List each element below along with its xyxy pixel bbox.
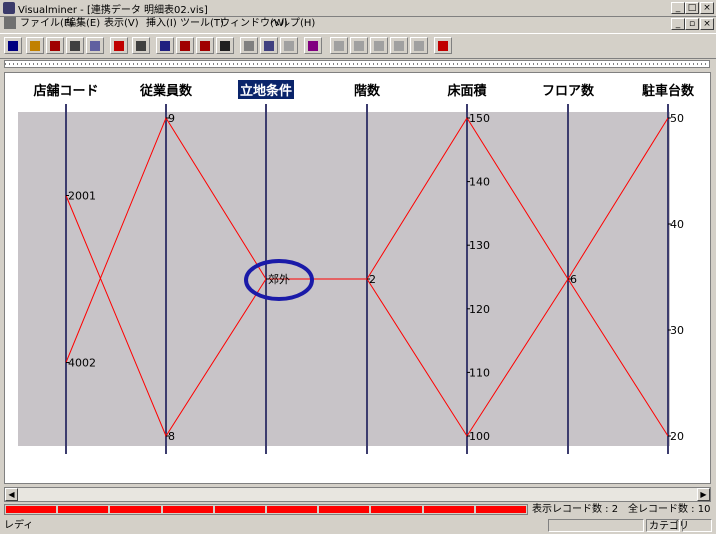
horizontal-scrollbar[interactable]: ◀ ▶ [4, 487, 711, 502]
progress-segment [214, 506, 266, 513]
scroll-left-button[interactable]: ◀ [5, 488, 18, 501]
axis-header[interactable]: 床面積 [447, 80, 486, 99]
status-panel-empty [548, 519, 644, 532]
axis-tick-label: 20 [670, 430, 684, 443]
axis-tick-label: 130 [469, 239, 490, 252]
total-record-count: 全レコード数 : 10 [628, 504, 711, 515]
axis-tick-label: 6 [570, 273, 577, 286]
axis-tick-label: 30 [670, 324, 684, 337]
progress-segment [110, 506, 161, 513]
axis-tick-label: 郊外 [268, 273, 290, 286]
progress-segment [58, 506, 109, 513]
axis-tick-label: 8 [168, 430, 175, 443]
parallel-coordinates-chart: 2001 4002 9 8 郊外 2 150 140 130 120 110 100 6 50 40 30 20 [18, 104, 684, 454]
axis-tick-label: 120 [469, 303, 490, 316]
progress-bar [4, 504, 528, 515]
status-panel-resize [682, 519, 712, 532]
progress-segment [371, 506, 422, 513]
axis-header[interactable]: 駐車台数 [642, 80, 694, 99]
axis-header[interactable]: 従業員数 [140, 80, 192, 99]
axis-header[interactable]: 階数 [354, 80, 380, 99]
progress-segment [267, 506, 318, 513]
scroll-right-button[interactable]: ▶ [697, 488, 710, 501]
axis-header[interactable]: フロア数 [542, 80, 594, 99]
axis-tick-label: 9 [168, 112, 175, 125]
axis-tick-label: 4002 [68, 357, 96, 370]
axis-tick-label: 2001 [68, 190, 96, 203]
axis-tick-label: 40 [670, 218, 684, 231]
axis-tick-label: 2 [369, 273, 376, 286]
display-record-count: 表示レコード数 : 2 [532, 504, 619, 515]
progress-segment [319, 506, 370, 513]
axis-header[interactable]: 立地条件 [237, 80, 295, 99]
progress-segment [6, 506, 57, 513]
axis-tick-label: 150 [469, 112, 490, 125]
status-mode: カテゴリ [646, 519, 689, 532]
axis-header[interactable]: 店舗コード [33, 80, 98, 99]
progress-segment [423, 506, 474, 513]
progress-segment [475, 506, 527, 513]
axis-tick-label: 140 [469, 176, 490, 189]
progress-segment [162, 506, 213, 513]
axis-tick-label: 110 [469, 366, 490, 379]
status-bar: レディ カテゴリ [0, 518, 716, 534]
status-text: レディ [4, 520, 34, 531]
axis-tick-label: 100 [469, 430, 490, 443]
axis-tick-label: 50 [670, 112, 684, 125]
